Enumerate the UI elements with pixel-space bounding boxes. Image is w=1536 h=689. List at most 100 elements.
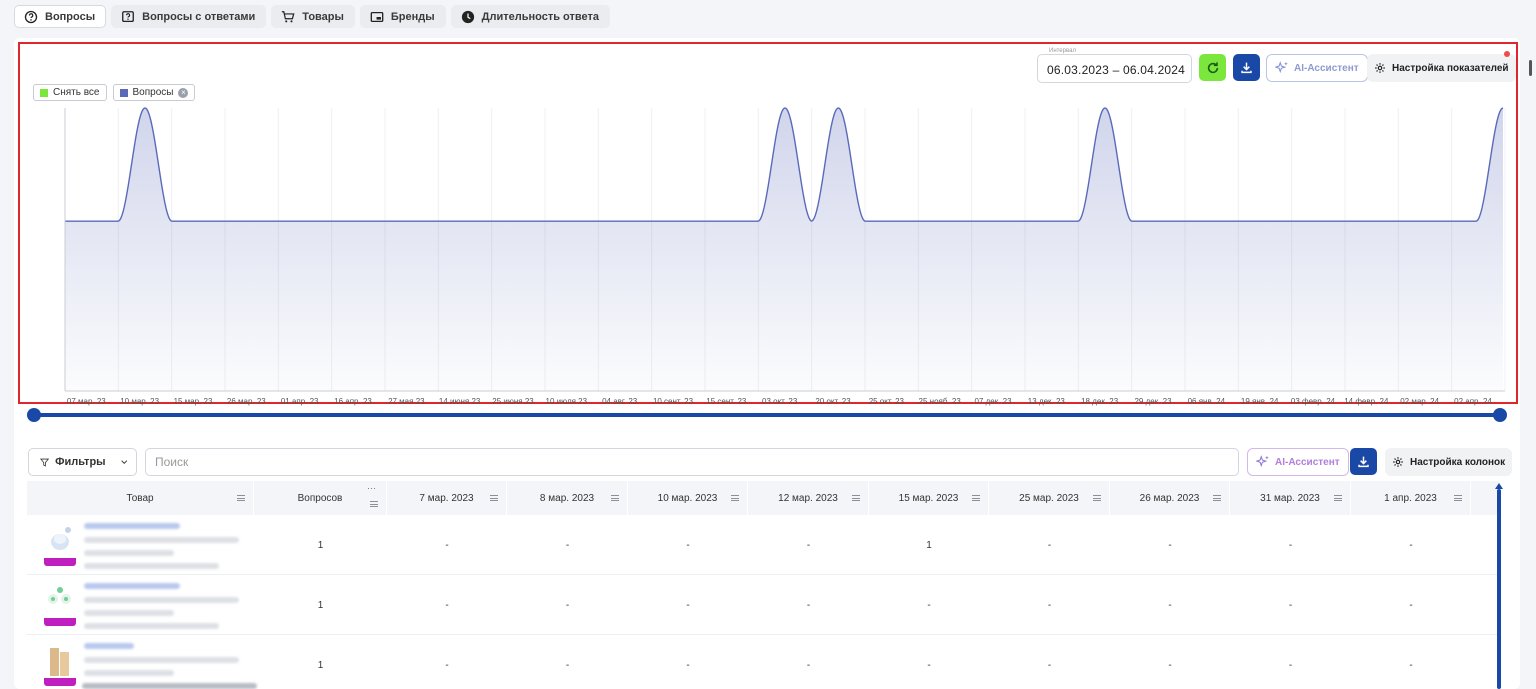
column-drag-icon[interactable]: ⋯ bbox=[367, 483, 376, 494]
table-row[interactable]: 1 - - - - 1 - - - - bbox=[27, 515, 1499, 575]
column-title: 8 мар. 2023 bbox=[539, 492, 595, 504]
questions-table: Товар Вопросов ⋯ 7 мар. 2023 8 мар. 2023 … bbox=[27, 481, 1499, 689]
x-tick-label: 20 окт. 23 bbox=[815, 397, 851, 406]
column-title: 26 мар. 2023 bbox=[1139, 492, 1200, 504]
column-title: 1 апр. 2023 bbox=[1384, 492, 1437, 504]
table-row[interactable]: 1 - - - - - - - - - bbox=[27, 575, 1499, 635]
x-tick-label: 03 февр. 24 bbox=[1291, 397, 1336, 406]
column-title: 25 мар. 2023 bbox=[1019, 492, 1079, 504]
tab-questions[interactable]: Вопросы bbox=[14, 5, 107, 28]
column-menu-icon[interactable] bbox=[1213, 495, 1221, 501]
refresh-icon bbox=[1207, 61, 1218, 73]
tab-questions-with-answers[interactable]: Вопросы с ответами bbox=[111, 5, 267, 28]
date-cell: - bbox=[927, 659, 931, 671]
x-tick-label: 14 февр. 24 bbox=[1344, 397, 1389, 406]
clear-all-chip[interactable]: Снять все bbox=[33, 84, 107, 101]
filters-button[interactable]: Фильтры bbox=[28, 448, 137, 476]
clock-icon bbox=[461, 10, 474, 23]
x-tick-label: 27 мая 23 bbox=[388, 397, 425, 406]
table-ai-assistant-button[interactable]: AI-Ассистент bbox=[1247, 448, 1349, 476]
tab-products[interactable]: Товары bbox=[271, 5, 355, 28]
column-title: Вопросов bbox=[297, 492, 343, 504]
column-header-questions[interactable]: Вопросов ⋯ bbox=[254, 481, 387, 515]
x-tick-label: 10 мар. 23 bbox=[120, 397, 159, 406]
column-menu-icon[interactable] bbox=[972, 495, 980, 501]
interval-picker[interactable]: Интервал 06.03.2023 – 06.04.2024 bbox=[1037, 48, 1192, 83]
questions-count: 1 bbox=[317, 539, 324, 551]
chart-ai-assistant-button[interactable]: AI-Ассистент bbox=[1266, 54, 1368, 82]
x-tick-label: 16 апр. 23 bbox=[334, 397, 372, 406]
column-header-date[interactable]: 1 апр. 2023 bbox=[1351, 481, 1471, 515]
column-header-date[interactable]: 26 мар. 2023 bbox=[1110, 481, 1230, 515]
date-range-slider[interactable] bbox=[27, 408, 1507, 422]
column-menu-icon[interactable] bbox=[1334, 495, 1342, 501]
questions-chart: 07 мар. 23 10 мар. 23 15 мар. 23 26 мар. 23… bbox=[64, 107, 1506, 406]
x-tick-label: 04 авг. 23 bbox=[602, 397, 638, 406]
chart-download-button[interactable] bbox=[1233, 54, 1260, 81]
product-cell[interactable] bbox=[27, 575, 254, 635]
column-menu-icon[interactable] bbox=[1093, 495, 1101, 501]
column-header-date[interactable]: 15 мар. 2023 bbox=[869, 481, 989, 515]
column-menu-icon[interactable] bbox=[490, 495, 498, 501]
date-cell: - bbox=[1168, 539, 1172, 551]
date-cell: - bbox=[1409, 539, 1413, 551]
columns-settings-button[interactable]: Настройка колонок bbox=[1385, 448, 1513, 476]
x-tick-label: 10 сент. 23 bbox=[653, 397, 694, 406]
column-header-product[interactable]: Товар bbox=[27, 481, 254, 515]
column-header-date[interactable]: 12 мар. 2023 bbox=[748, 481, 869, 515]
column-title: 7 мар. 2023 bbox=[419, 492, 474, 504]
ai-assistant-label: AI-Ассистент bbox=[1294, 62, 1359, 74]
column-header-date[interactable]: 8 мар. 2023 bbox=[507, 481, 628, 515]
column-menu-icon[interactable] bbox=[731, 495, 739, 501]
column-header-date[interactable]: 31 мар. 2023 bbox=[1230, 481, 1351, 515]
question-square-icon bbox=[122, 10, 135, 22]
table-download-button[interactable] bbox=[1350, 448, 1377, 475]
x-tick-label: 18 дек. 23 bbox=[1081, 397, 1119, 406]
column-header-date[interactable]: 10 мар. 2023 bbox=[628, 481, 748, 515]
x-tick-label: 10 июля 23 bbox=[546, 397, 588, 406]
interval-value: 06.03.2023 – 06.04.2024 bbox=[1047, 63, 1186, 77]
column-header-date[interactable]: 7 мар. 2023 bbox=[387, 481, 507, 515]
clear-all-swatch bbox=[40, 88, 48, 97]
tab-response-time[interactable]: Длительность ответа bbox=[450, 5, 610, 28]
date-cell: - bbox=[806, 599, 811, 611]
question-circle-icon bbox=[24, 10, 38, 23]
x-tick-label: 26 мар. 23 bbox=[227, 397, 266, 406]
column-header-date[interactable]: 25 мар. 2023 bbox=[989, 481, 1110, 515]
table-row[interactable]: 1 - - - - - - - - - bbox=[27, 635, 1499, 689]
page-scrollbar[interactable] bbox=[1529, 60, 1532, 76]
date-cell: - bbox=[1047, 659, 1052, 671]
product-cell[interactable] bbox=[27, 635, 257, 689]
column-menu-icon[interactable] bbox=[370, 501, 378, 507]
indicators-settings-button[interactable]: Настройка показателей bbox=[1367, 54, 1516, 82]
series-area bbox=[65, 108, 1503, 391]
date-cell: - bbox=[1168, 659, 1172, 671]
tab-brands[interactable]: Бренды bbox=[359, 5, 446, 28]
sparkles-icon bbox=[1275, 61, 1288, 74]
date-cell: - bbox=[1288, 659, 1293, 671]
column-menu-icon[interactable] bbox=[237, 495, 245, 501]
download-icon bbox=[1358, 456, 1369, 468]
table-scrollbar[interactable] bbox=[1497, 489, 1501, 689]
date-cell: - bbox=[927, 599, 931, 611]
questions-count: 1 bbox=[317, 599, 324, 611]
gear-icon bbox=[1375, 63, 1385, 73]
range-start-handle[interactable] bbox=[27, 408, 41, 422]
series-chip-questions[interactable]: Вопросы × bbox=[112, 84, 196, 101]
chart-legend: Снять все Вопросы × bbox=[33, 84, 196, 101]
ai-assistant-label: AI-Ассистент bbox=[1275, 456, 1340, 468]
date-cell: - bbox=[1409, 659, 1413, 671]
product-cell[interactable] bbox=[27, 515, 254, 575]
date-cell: - bbox=[1047, 539, 1052, 551]
date-cell: - bbox=[806, 659, 811, 671]
column-title: 31 мар. 2023 bbox=[1260, 492, 1320, 504]
column-menu-icon[interactable] bbox=[1454, 495, 1462, 501]
date-cell: - bbox=[686, 659, 690, 671]
remove-series-icon[interactable]: × bbox=[178, 87, 189, 98]
column-menu-icon[interactable] bbox=[611, 495, 619, 501]
column-menu-icon[interactable] bbox=[852, 495, 860, 501]
tab-bar: Вопросы Вопросы с ответами Товары Бренды… bbox=[14, 5, 610, 28]
refresh-button[interactable] bbox=[1199, 54, 1226, 81]
range-end-handle[interactable] bbox=[1493, 408, 1507, 422]
search-input[interactable] bbox=[145, 448, 1239, 476]
